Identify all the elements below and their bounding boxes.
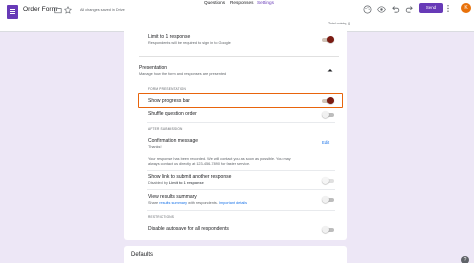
confirmation-message-title: Confirmation message	[148, 138, 199, 144]
results-summary-link[interactable]: results summary	[159, 201, 187, 205]
forms-icon[interactable]	[7, 5, 18, 19]
divider	[147, 170, 335, 171]
confirmation-notice-line-2: always contact us directly at 123-456-78…	[148, 162, 251, 166]
shuffle-question-order-label: Shuffle question order	[148, 111, 197, 117]
more-vert-icon[interactable]	[446, 4, 450, 13]
defaults-card	[124, 246, 347, 263]
confirmation-notice-line-1: Your response has been recorded. We will…	[148, 157, 291, 161]
view-results-summary-subtitle: Share results summary with respondents. …	[148, 201, 247, 205]
star-icon[interactable]	[63, 6, 72, 14]
share-text: Share	[148, 201, 159, 205]
palette-icon[interactable]	[363, 5, 372, 14]
edit-confirmation-button[interactable]: Edit	[322, 140, 329, 145]
limit-response-subtitle: Respondents will be required to sign in …	[148, 41, 231, 45]
view-results-summary-title: View results summary	[148, 194, 197, 200]
document-title[interactable]: Order Form	[23, 6, 57, 13]
presentation-subtitle: Manage how the form and responses are pr…	[139, 72, 227, 76]
divider	[147, 122, 335, 123]
divider	[147, 210, 335, 211]
defaults-title: Defaults	[131, 252, 154, 258]
important-details-link[interactable]: Important details	[219, 201, 247, 205]
tab-settings[interactable]: Settings	[257, 0, 274, 10]
after-submission-label: AFTER SUBMISSION	[148, 127, 183, 131]
save-status: All changes saved in Drive	[80, 8, 125, 12]
limit-response-toggle[interactable]	[322, 36, 334, 43]
disabled-by-setting: Limit to 1 response	[168, 181, 204, 185]
tab-questions[interactable]: Questions	[204, 0, 225, 10]
tab-responses[interactable]: Responses	[230, 0, 253, 10]
view-results-summary-toggle[interactable]	[322, 196, 334, 203]
restrictions-label: RESTRICTIONS	[148, 215, 175, 219]
avatar[interactable]: K	[461, 3, 471, 13]
show-link-another-title: Show link to submit another response	[148, 174, 232, 180]
disable-autosave-label: Disable autosave for all respondents	[148, 226, 229, 232]
show-link-another-subtitle: Disabled by Limit to 1 response	[148, 181, 204, 185]
with-respondents-text: with respondents.	[188, 201, 218, 205]
highlight-box	[138, 93, 343, 108]
redo-icon[interactable]	[405, 5, 414, 14]
divider	[147, 189, 335, 190]
section-divider	[139, 56, 339, 57]
presentation-title: Presentation	[139, 65, 168, 71]
shuffle-question-order-toggle[interactable]	[322, 111, 334, 118]
help-icon[interactable]: ?	[461, 256, 469, 263]
confirmation-message-value: Thanks!	[148, 145, 162, 149]
folder-icon[interactable]	[54, 6, 62, 14]
undo-icon[interactable]	[391, 5, 400, 14]
limit-response-title: Limit to 1 response	[148, 34, 191, 40]
eye-icon[interactable]	[377, 5, 386, 14]
show-link-another-toggle[interactable]	[322, 177, 334, 184]
form-presentation-label: FORM PRESENTATION	[148, 87, 186, 91]
send-button[interactable]: Send	[419, 3, 443, 13]
chevron-up-icon[interactable]	[326, 67, 334, 73]
disabled-by-text: Disabled by	[148, 181, 168, 185]
disable-autosave-toggle[interactable]	[322, 226, 334, 233]
